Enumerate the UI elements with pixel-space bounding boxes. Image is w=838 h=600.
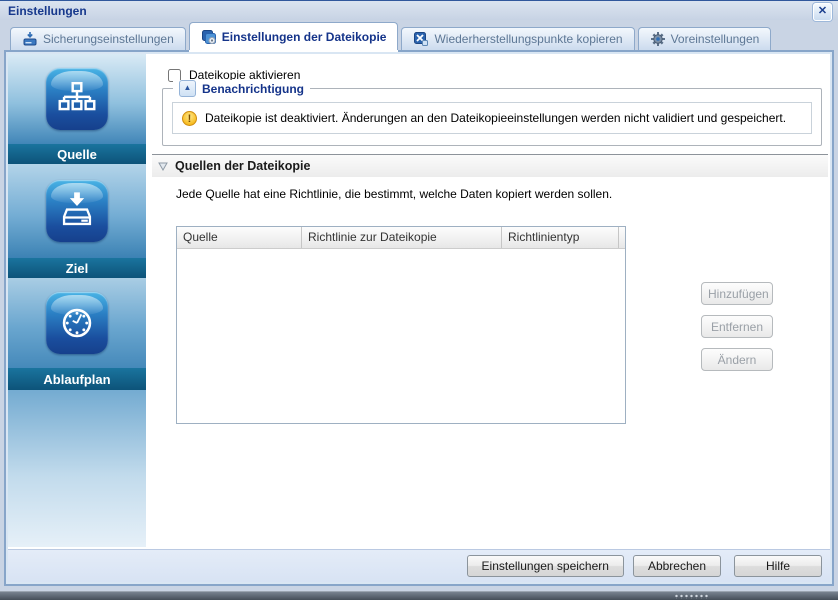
sources-table-body[interactable] bbox=[177, 249, 625, 423]
window-title: Einstellungen bbox=[8, 4, 87, 18]
tab-label: Wiederherstellungspunkte kopieren bbox=[434, 32, 623, 46]
notification-legend: ▲ Benachrichtigung bbox=[173, 80, 311, 97]
notification-groupbox: ▲ Benachrichtigung ! Dateikopie ist deak… bbox=[162, 80, 822, 146]
modify-source-button[interactable]: Ändern bbox=[701, 348, 773, 371]
file-copy-sources-title: Quellen der Dateikopie bbox=[175, 159, 311, 173]
tab-label: Einstellungen der Dateikopie bbox=[221, 29, 387, 44]
save-settings-button[interactable]: Einstellungen speichern bbox=[466, 555, 624, 577]
tab-bar: Sicherungseinstellungen Einstellungen de… bbox=[10, 22, 838, 50]
close-icon[interactable]: ✕ bbox=[813, 3, 832, 21]
copy-recovery-points-icon bbox=[414, 32, 429, 46]
column-header-richtlinientyp[interactable]: Richtlinientyp bbox=[502, 227, 619, 248]
file-copy-settings-icon bbox=[201, 29, 216, 44]
main-content: Dateikopie aktivieren ▲ Benachrichtigung… bbox=[146, 54, 830, 547]
destination-drive-icon bbox=[46, 180, 108, 242]
cancel-button[interactable]: Abbrechen bbox=[632, 555, 721, 577]
sidebar: Quelle Ziel Ablaufplan bbox=[8, 54, 146, 547]
sidebar-label-ablaufplan[interactable]: Ablaufplan bbox=[8, 368, 146, 390]
help-button[interactable]: Hilfe bbox=[734, 555, 822, 577]
sidebar-label-ziel[interactable]: Ziel bbox=[8, 258, 146, 278]
sidebar-item-ablaufplan[interactable] bbox=[8, 278, 146, 368]
dialog-body: Quelle Ziel Ablaufplan Dateikopie aktivi… bbox=[4, 50, 834, 586]
backup-settings-icon bbox=[23, 32, 37, 46]
chevron-up-icon[interactable]: ▲ bbox=[179, 80, 196, 97]
tab-label: Voreinstellungen bbox=[670, 32, 760, 46]
sources-table-zone: Quelle Richtlinie zur Dateikopie Richtli… bbox=[176, 226, 626, 424]
title-bar: Einstellungen ✕ bbox=[0, 0, 838, 21]
column-header-stub bbox=[619, 227, 631, 248]
sidebar-item-ziel[interactable] bbox=[8, 164, 146, 258]
footer-bar: Einstellungen speichern Abbrechen Hilfe bbox=[8, 549, 830, 582]
tab-copy-recovery-points[interactable]: Wiederherstellungspunkte kopieren bbox=[401, 27, 635, 50]
file-copy-sources-header[interactable]: Quellen der Dateikopie bbox=[152, 154, 828, 177]
resize-grip-icon[interactable] bbox=[674, 594, 710, 599]
schedule-clock-icon bbox=[46, 292, 108, 354]
column-header-quelle[interactable]: Quelle bbox=[177, 227, 302, 248]
add-source-button[interactable]: Hinzufügen bbox=[701, 282, 773, 305]
warning-message-box: ! Dateikopie ist deaktiviert. Änderungen… bbox=[172, 102, 812, 134]
triangle-down-icon bbox=[158, 162, 168, 171]
sidebar-label-quelle[interactable]: Quelle bbox=[8, 144, 146, 164]
sources-table-header: Quelle Richtlinie zur Dateikopie Richtli… bbox=[177, 227, 625, 249]
remove-source-button[interactable]: Entfernen bbox=[701, 315, 773, 338]
file-copy-sources-description: Jede Quelle hat eine Richtlinie, die bes… bbox=[176, 187, 613, 201]
preferences-icon bbox=[650, 32, 665, 46]
tab-file-copy-settings[interactable]: Einstellungen der Dateikopie bbox=[188, 22, 399, 50]
bottom-chrome-bar bbox=[0, 591, 838, 600]
settings-dialog-window: Einstellungen ✕ Sicherungseinstellungen … bbox=[0, 0, 838, 600]
tab-label: Sicherungseinstellungen bbox=[43, 32, 174, 46]
sources-table[interactable]: Quelle Richtlinie zur Dateikopie Richtli… bbox=[176, 226, 626, 424]
tab-preferences[interactable]: Voreinstellungen bbox=[637, 27, 772, 50]
sidebar-filler bbox=[8, 390, 146, 547]
sidebar-item-quelle[interactable] bbox=[8, 54, 146, 144]
notification-legend-label: Benachrichtigung bbox=[202, 81, 305, 96]
source-action-buttons: Hinzufügen Entfernen Ändern bbox=[701, 282, 773, 371]
tab-backup-settings[interactable]: Sicherungseinstellungen bbox=[10, 27, 186, 50]
warning-message-text: Dateikopie ist deaktiviert. Änderungen a… bbox=[205, 111, 787, 125]
source-network-icon bbox=[46, 68, 108, 130]
warning-exclamation-icon: ! bbox=[182, 110, 197, 126]
column-header-richtlinie[interactable]: Richtlinie zur Dateikopie bbox=[302, 227, 502, 248]
